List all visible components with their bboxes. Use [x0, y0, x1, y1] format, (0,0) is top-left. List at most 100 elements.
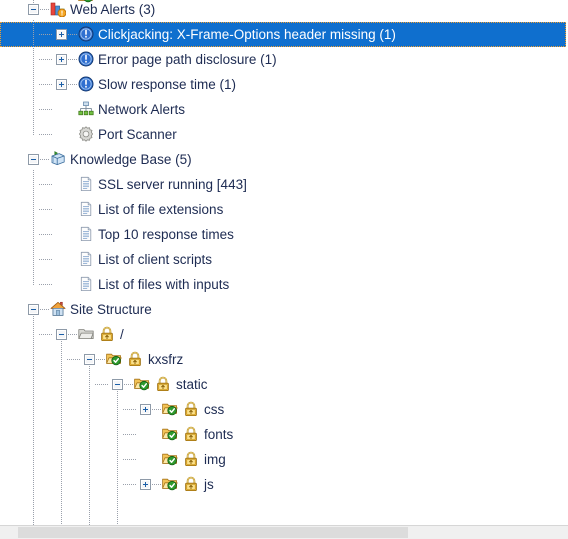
tree-guide-line-vertical [33, 20, 34, 135]
tree-guide-line-horizontal [123, 434, 137, 435]
tree-item-label: Error page path disclosure (1) [98, 52, 277, 67]
tree-item-list-of-files-with-inputs[interactable]: List of files with inputs [0, 272, 568, 297]
tree-guide-line-horizontal [124, 384, 133, 385]
tree-item-label-wrap: / [120, 322, 124, 347]
tree-item-clickjacking[interactable]: Clickjacking: X-Frame-Options header mis… [0, 22, 568, 47]
tree-guide-line-horizontal [40, 9, 49, 10]
padlock-icon [183, 476, 199, 492]
tree-item-fonts[interactable]: fonts [0, 422, 568, 447]
alert-info-icon [78, 51, 94, 67]
horizontal-scrollbar-thumb[interactable] [18, 527, 408, 538]
tree-item-label-wrap: List of file extensions [98, 197, 223, 222]
tree-guide-line-horizontal [39, 184, 53, 185]
expand-toggle-slow-response-time[interactable] [56, 79, 67, 90]
tree-item-label-wrap: Slow response time (1) [98, 72, 236, 97]
tree-item-static[interactable]: static [0, 372, 568, 397]
tree-guide-line-vertical [89, 360, 90, 539]
padlock-icon [183, 401, 199, 417]
document-icon [78, 251, 94, 267]
tree-guide-line-horizontal [123, 409, 137, 410]
tree-item-label-wrap: static [176, 372, 208, 397]
collapse-toggle-root[interactable] [56, 329, 67, 340]
tree-guide-line-vertical [33, 170, 34, 285]
tree-item-site-structure[interactable]: Site Structure [0, 297, 568, 322]
tree-item-label-wrap: List of client scripts [98, 247, 212, 272]
tree-item-label: kxsfrz [148, 352, 184, 367]
expand-toggle-clickjacking[interactable] [56, 29, 67, 40]
padlock-icon [183, 426, 199, 442]
tree-item-label-wrap: List of files with inputs [98, 272, 229, 297]
padlock-icon [183, 451, 199, 467]
tree-guide-line-horizontal [39, 59, 53, 60]
tree-guide-line-horizontal [39, 334, 53, 335]
tree-guide-line-horizontal [40, 309, 49, 310]
folder-gray-icon [78, 326, 94, 342]
collapse-toggle-kxsfrz[interactable] [84, 354, 95, 365]
tree-item-label: List of files with inputs [98, 277, 230, 292]
network-icon [78, 101, 94, 117]
scan-results-tree[interactable]: Web Alerts (3) Clickjacking: X-Frame-Opt… [0, 0, 568, 539]
tree-guide-line-horizontal [39, 84, 53, 85]
tree-item-label-wrap: css [204, 397, 224, 422]
tree-item-port-scanner[interactable]: Port Scanner [0, 122, 568, 147]
tree-item-label-wrap: Network Alerts [98, 97, 185, 122]
padlock-icon [127, 351, 143, 367]
gear-icon [78, 126, 94, 142]
tree-item-selection-background [0, 447, 566, 472]
tree-item-css[interactable]: css [0, 397, 568, 422]
collapse-toggle-web-alerts[interactable] [28, 4, 39, 15]
tree-item-label-wrap: Knowledge Base (5) [70, 147, 192, 172]
alert-info-icon [78, 76, 94, 92]
tree-item-list-of-file-extensions[interactable]: List of file extensions [0, 197, 568, 222]
folder-checked-icon [106, 351, 122, 367]
document-icon [78, 176, 94, 192]
folder-checked-icon [162, 401, 178, 417]
tree-guide-line-vertical [33, 310, 34, 539]
tree-item-root[interactable]: / [0, 322, 568, 347]
tree-item-network-alerts[interactable]: Network Alerts [0, 97, 568, 122]
collapse-toggle-static[interactable] [112, 379, 123, 390]
folder-checked-icon [162, 426, 178, 442]
tree-item-kxsfrz[interactable]: kxsfrz [0, 347, 568, 372]
tree-item-label: Site Structure [70, 302, 152, 317]
tree-item-label: Knowledge Base (5) [70, 152, 192, 167]
tree-guide-line-horizontal [96, 359, 105, 360]
horizontal-scrollbar[interactable] [0, 525, 568, 539]
expand-toggle-js[interactable] [140, 479, 151, 490]
collapse-toggle-knowledge-base[interactable] [28, 154, 39, 165]
tree-guide-line-horizontal [152, 484, 161, 485]
padlock-icon [155, 376, 171, 392]
padlock-icon [99, 326, 115, 342]
collapse-toggle-site-structure[interactable] [28, 304, 39, 315]
tree-item-label: Port Scanner [98, 127, 177, 142]
tree-item-ssl-server-running[interactable]: SSL server running [443] [0, 172, 568, 197]
expand-toggle-css[interactable] [140, 404, 151, 415]
tree-item-label-wrap: Clickjacking: X-Frame-Options header mis… [98, 22, 396, 47]
tree-guide-line-horizontal [68, 59, 77, 60]
tree-item-js[interactable]: js [0, 472, 568, 497]
tree-item-label: Clickjacking: X-Frame-Options header mis… [98, 27, 396, 42]
tree-guide-line-horizontal [40, 159, 49, 160]
tree-guide-line-vertical [117, 385, 118, 539]
tree-guide-line-horizontal [67, 359, 81, 360]
expand-toggle-error-page-path-disclosure[interactable] [56, 54, 67, 65]
tree-item-img[interactable]: img [0, 447, 568, 472]
tree-item-error-page-path-disclosure[interactable]: Error page path disclosure (1) [0, 47, 568, 72]
tree-item-label-wrap: img [204, 447, 226, 472]
tree-item-label: img [204, 452, 226, 467]
tree-item-knowledge-base[interactable]: Knowledge Base (5) [0, 147, 568, 172]
bar-chart-alert-icon [50, 1, 66, 17]
tree-guide-line-horizontal [95, 384, 109, 385]
tree-item-label-wrap: kxsfrz [148, 347, 183, 372]
tree-item-label-wrap: Top 10 response times [98, 222, 234, 247]
tree-item-label: List of client scripts [98, 252, 213, 267]
tree-guide-line-horizontal [68, 34, 77, 35]
tree-item-label-wrap: Web Alerts (3) [70, 0, 155, 22]
tree-item-web-alerts[interactable]: Web Alerts (3) [0, 0, 568, 22]
alert-info-icon [78, 26, 94, 42]
tree-guide-line-horizontal [123, 484, 137, 485]
tree-item-top-10-response-times[interactable]: Top 10 response times [0, 222, 568, 247]
tree-item-list-of-client-scripts[interactable]: List of client scripts [0, 247, 568, 272]
tree-item-label: Web Alerts (3) [70, 2, 156, 17]
tree-item-slow-response-time[interactable]: Slow response time (1) [0, 72, 568, 97]
